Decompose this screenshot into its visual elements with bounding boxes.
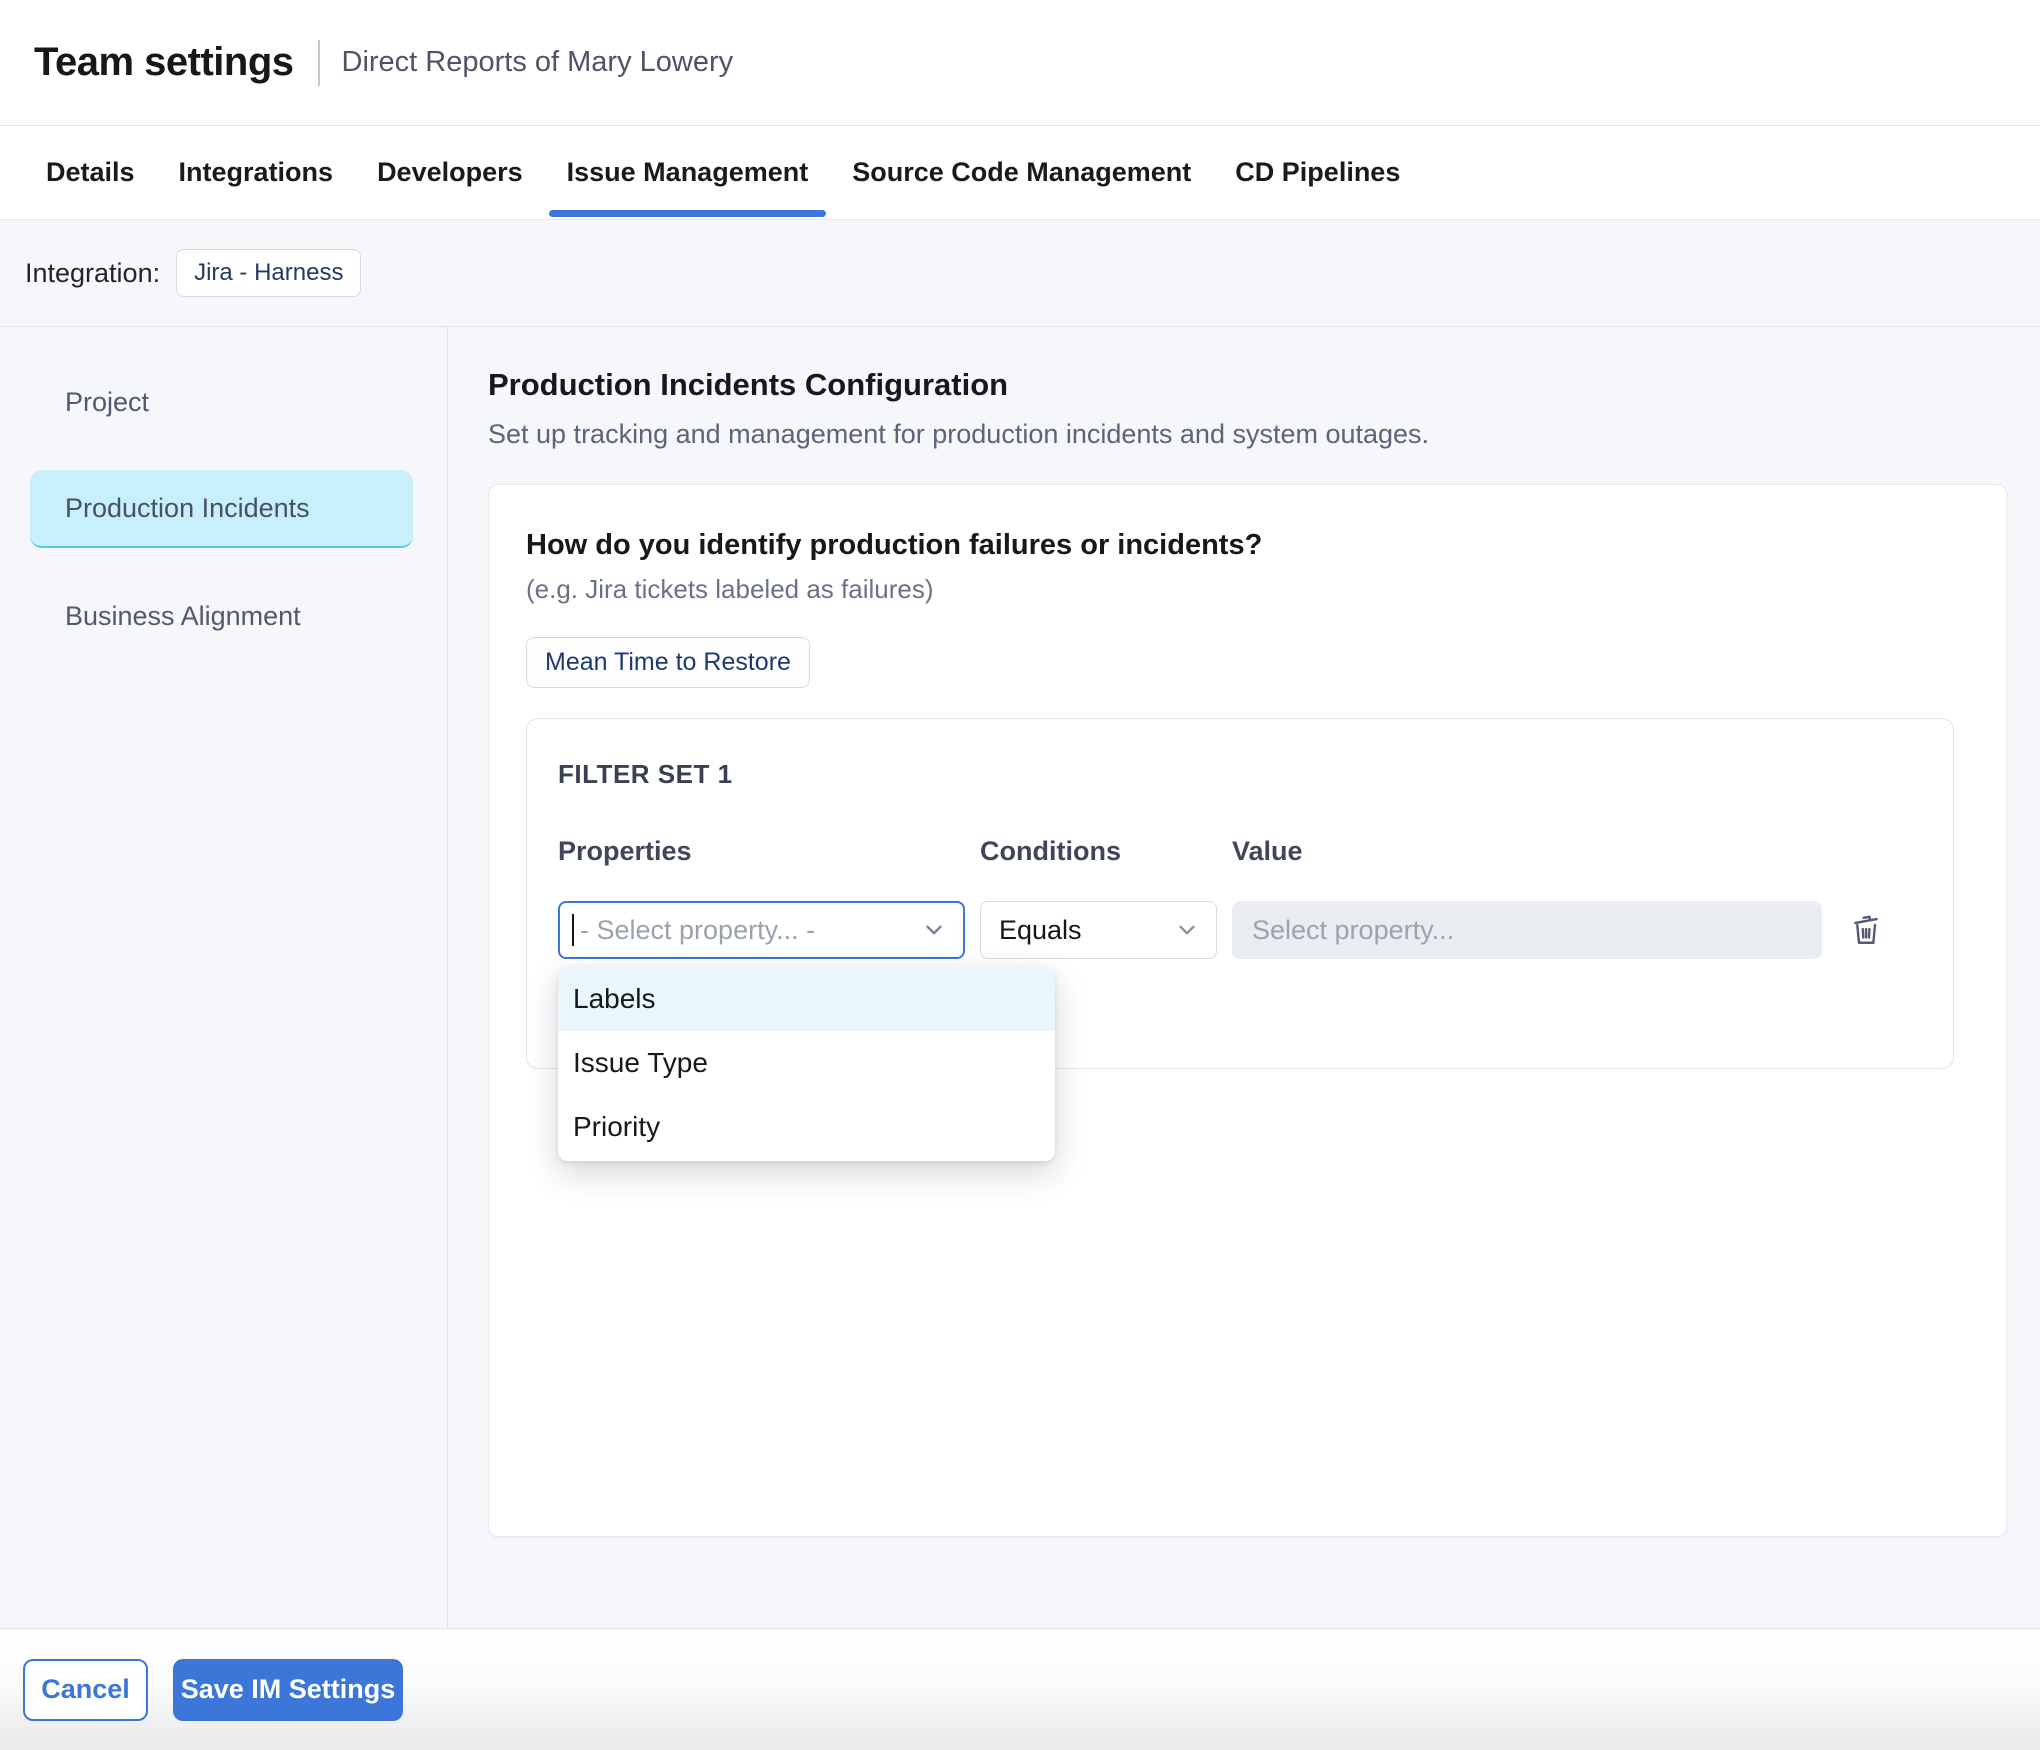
condition-select[interactable]: Equals — [980, 901, 1217, 959]
tab-integrations[interactable]: Integrations — [157, 126, 356, 219]
tab-details[interactable]: Details — [24, 126, 157, 219]
value-field — [1232, 901, 1822, 959]
incidents-config-card: How do you identify production failures … — [488, 484, 2007, 1537]
chevron-down-icon — [921, 917, 947, 943]
property-dropdown: Labels Issue Type Priority — [558, 967, 1055, 1161]
section-subtitle: Set up tracking and management for produ… — [488, 419, 2007, 450]
column-label-value: Value — [1232, 836, 1822, 867]
sidebar-item-project[interactable]: Project — [30, 363, 413, 441]
save-im-settings-button[interactable]: Save IM Settings — [173, 1659, 403, 1721]
footer-bar: Cancel Save IM Settings — [0, 1628, 2040, 1750]
trash-icon — [1848, 912, 1884, 948]
tab-bar: Details Integrations Developers Issue Ma… — [0, 126, 2040, 220]
property-select-input[interactable] — [574, 915, 921, 946]
question-heading: How do you identify production failures … — [526, 529, 2006, 562]
metric-chip-mean-time-to-restore[interactable]: Mean Time to Restore — [526, 637, 810, 688]
chevron-down-icon — [1174, 917, 1200, 943]
filter-set: FILTER SET 1 Properties Conditions Value — [526, 718, 1954, 1069]
dropdown-option-labels[interactable]: Labels — [558, 967, 1055, 1031]
page-header: Team settings Direct Reports of Mary Low… — [0, 0, 2040, 126]
tab-source-code-management[interactable]: Source Code Management — [830, 126, 1213, 219]
sidebar: Project Production Incidents Business Al… — [0, 327, 448, 1628]
value-input[interactable] — [1232, 901, 1822, 959]
integration-badge[interactable]: Jira - Harness — [176, 249, 361, 297]
integration-row: Integration: Jira - Harness — [0, 220, 2040, 327]
section-title: Production Incidents Configuration — [488, 367, 2007, 403]
filter-set-title: FILTER SET 1 — [558, 759, 1953, 790]
cancel-button[interactable]: Cancel — [23, 1659, 148, 1721]
column-label-conditions: Conditions — [980, 836, 1217, 867]
body: Project Production Incidents Business Al… — [0, 327, 2040, 1628]
sidebar-item-business-alignment[interactable]: Business Alignment — [30, 577, 413, 655]
filter-column-labels: Properties Conditions Value — [558, 836, 1953, 867]
condition-selected-value: Equals — [999, 915, 1082, 946]
title-separator — [318, 40, 320, 86]
question-hint: (e.g. Jira tickets labeled as failures) — [526, 574, 2006, 605]
dropdown-option-priority[interactable]: Priority — [558, 1095, 1055, 1159]
tab-cd-pipelines[interactable]: CD Pipelines — [1213, 126, 1422, 219]
sidebar-item-production-incidents[interactable]: Production Incidents — [30, 470, 413, 548]
integration-label: Integration: — [25, 258, 160, 289]
page-title: Team settings — [34, 40, 294, 85]
main-content: Production Incidents Configuration Set u… — [448, 327, 2040, 1628]
property-select[interactable] — [558, 901, 965, 959]
dropdown-option-issue-type[interactable]: Issue Type — [558, 1031, 1055, 1095]
column-label-properties: Properties — [558, 836, 965, 867]
filter-controls: Labels Issue Type Priority Equals — [558, 901, 1953, 959]
delete-filter-button[interactable] — [1837, 901, 1895, 959]
tab-developers[interactable]: Developers — [355, 126, 545, 219]
tab-issue-management[interactable]: Issue Management — [545, 126, 831, 219]
page-subtitle: Direct Reports of Mary Lowery — [342, 46, 734, 79]
